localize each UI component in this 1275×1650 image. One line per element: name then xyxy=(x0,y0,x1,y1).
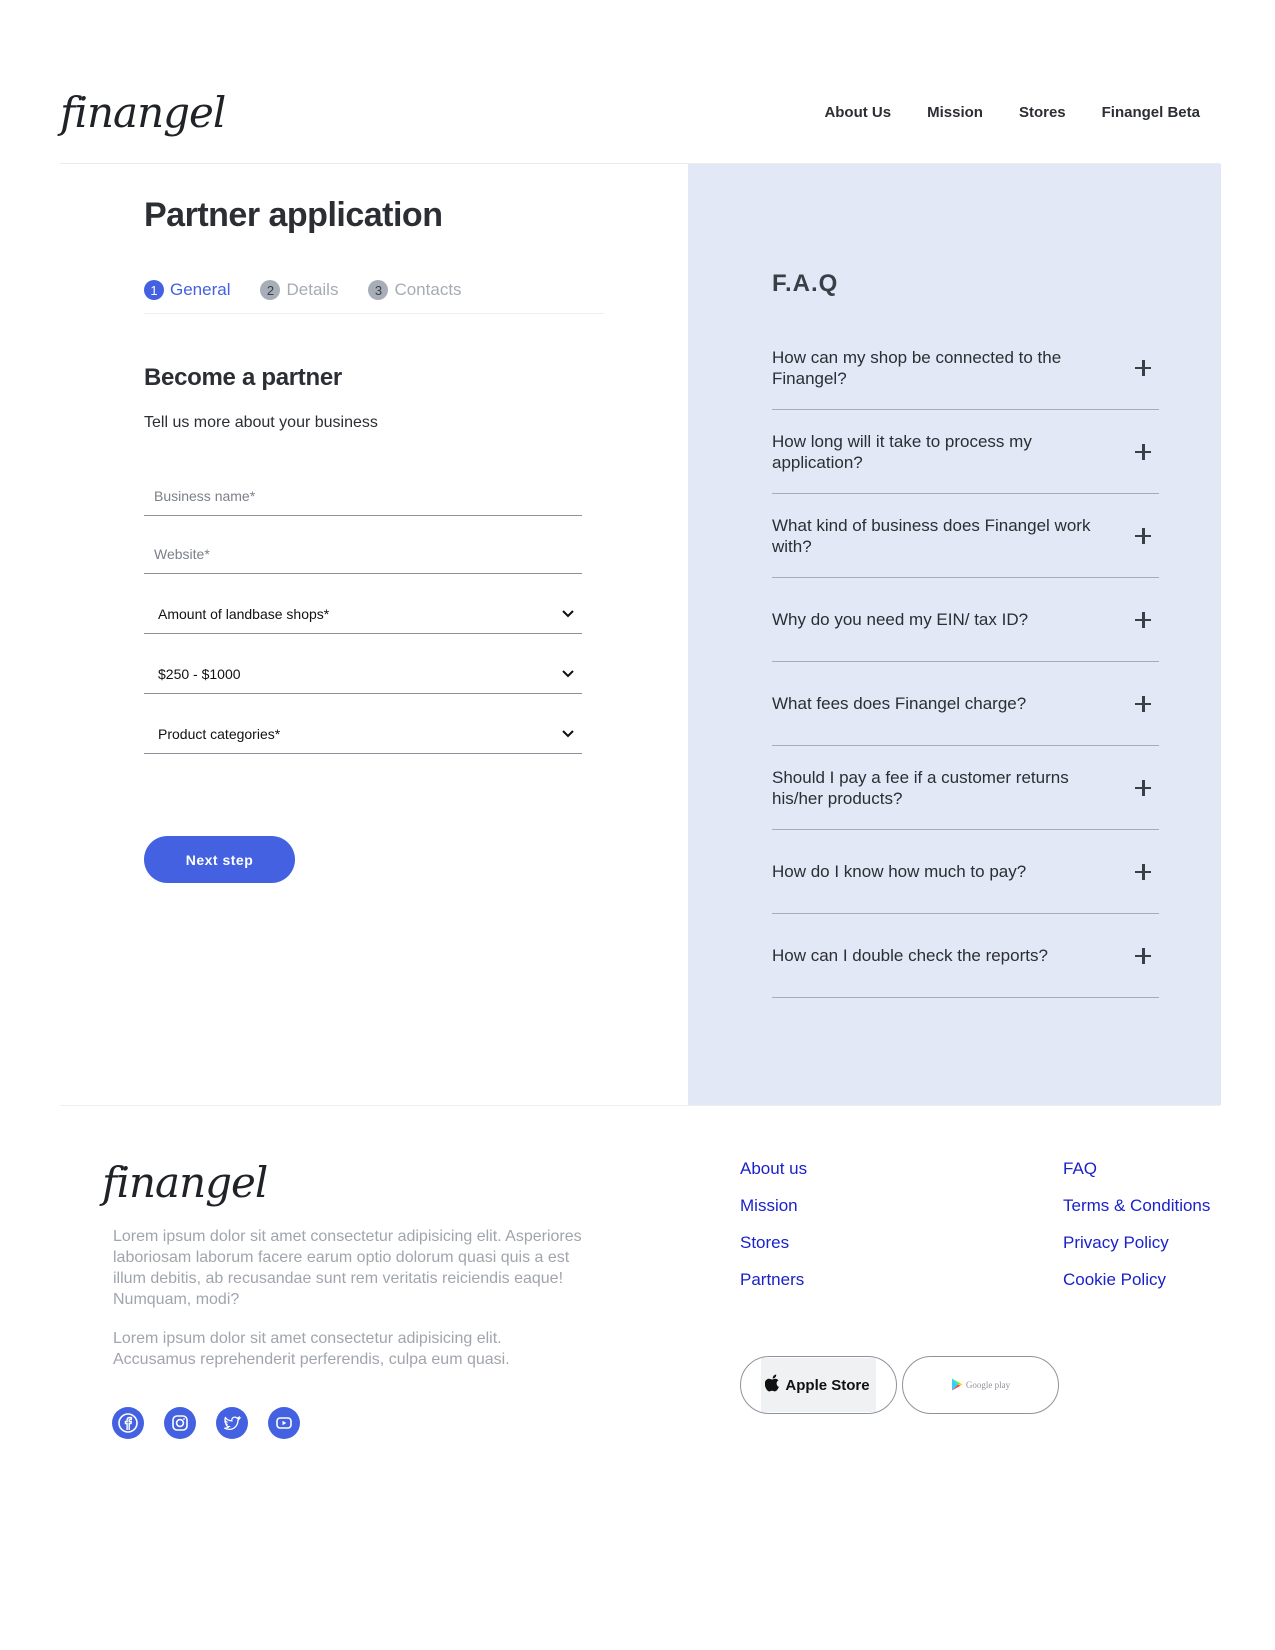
google-play-label: Google play xyxy=(965,1380,1011,1390)
instagram-icon[interactable] xyxy=(164,1407,196,1439)
apple-store-button[interactable]: Apple Store xyxy=(740,1356,897,1414)
footer-link-stores[interactable]: Stores xyxy=(740,1232,807,1253)
select-value: $250 - $1000 xyxy=(158,665,241,682)
step-number: 2 xyxy=(260,280,281,300)
select-value: Product categories* xyxy=(158,725,281,742)
faq-title: F.A.Q xyxy=(772,270,839,297)
chevron-down-icon xyxy=(562,608,574,620)
step-label: Details xyxy=(286,280,339,299)
section-title: Become a partner xyxy=(144,364,342,391)
footer-paragraph: Lorem ipsum dolor sit amet consectetur a… xyxy=(113,1330,510,1368)
faq-item[interactable]: How can my shop be connected to the Fina… xyxy=(772,326,1159,410)
step-tabs: 1 General 2 Details 3 Contacts xyxy=(144,278,604,314)
plus-icon[interactable] xyxy=(1133,610,1153,630)
faq-question: How can I double check the reports? xyxy=(772,946,1048,965)
main-nav: About Us Mission Stores Finangel Beta xyxy=(824,104,1200,121)
apple-icon xyxy=(765,1374,781,1396)
nav-mission[interactable]: Mission xyxy=(927,104,983,121)
faq-item[interactable]: How long will it take to process my appl… xyxy=(772,410,1159,494)
next-step-button[interactable]: Next step xyxy=(144,836,295,883)
faq-panel: F.A.Q How can my shop be connected to th… xyxy=(688,164,1221,1105)
faq-question: How can my shop be connected to the Fina… xyxy=(772,347,1062,388)
facebook-icon[interactable] xyxy=(112,1407,144,1439)
plus-icon[interactable] xyxy=(1133,862,1153,882)
plus-icon[interactable] xyxy=(1133,694,1153,714)
google-play-icon xyxy=(951,1378,963,1393)
nav-stores[interactable]: Stores xyxy=(1019,104,1066,121)
step-general[interactable]: 1 General xyxy=(144,278,230,302)
chevron-down-icon xyxy=(562,728,574,740)
faq-question: What fees does Finangel charge? xyxy=(772,694,1027,713)
site-header: finangel About Us Mission Stores Finange… xyxy=(60,78,1220,164)
footer-links-legal: FAQ Terms & Conditions Privacy Policy Co… xyxy=(1063,1158,1210,1290)
business-name-field xyxy=(144,476,582,516)
footer-link-privacy[interactable]: Privacy Policy xyxy=(1063,1232,1210,1253)
social-links xyxy=(112,1407,300,1439)
faq-item[interactable]: How do I know how much to pay? xyxy=(772,830,1159,914)
faq-list: How can my shop be connected to the Fina… xyxy=(772,326,1159,998)
faq-item[interactable]: How can I double check the reports? xyxy=(772,914,1159,998)
product-categories-select[interactable]: Product categories* xyxy=(144,714,582,754)
plus-icon[interactable] xyxy=(1133,526,1153,546)
website-input[interactable] xyxy=(144,534,582,573)
faq-question: Should I pay a fee if a customer returns… xyxy=(772,767,1069,808)
youtube-icon[interactable] xyxy=(268,1407,300,1439)
nav-finangel-beta[interactable]: Finangel Beta xyxy=(1102,104,1200,121)
page-title: Partner application xyxy=(144,196,443,234)
twitter-icon[interactable] xyxy=(216,1407,248,1439)
shops-amount-select[interactable]: Amount of landbase shops* xyxy=(144,594,582,634)
revenue-range-select[interactable]: $250 - $1000 xyxy=(144,654,582,694)
step-details[interactable]: 2 Details xyxy=(260,278,338,302)
footer-link-faq[interactable]: FAQ xyxy=(1063,1158,1210,1179)
footer-link-about-us[interactable]: About us xyxy=(740,1158,807,1179)
apple-store-label: Apple Store xyxy=(785,1376,870,1394)
plus-icon[interactable] xyxy=(1133,358,1153,378)
step-contacts[interactable]: 3 Contacts xyxy=(368,278,462,302)
footer-divider xyxy=(60,1105,1220,1106)
footer-link-terms[interactable]: Terms & Conditions xyxy=(1063,1195,1210,1216)
business-name-input[interactable] xyxy=(144,476,582,515)
website-field xyxy=(144,534,582,574)
google-play-button[interactable]: Google play xyxy=(902,1356,1059,1414)
footer-paragraph: Lorem ipsum dolor sit amet consectetur a… xyxy=(113,1228,582,1308)
select-value: Amount of landbase shops* xyxy=(158,605,330,622)
brand-logo[interactable]: finangel xyxy=(60,88,226,137)
step-number: 1 xyxy=(144,280,164,300)
step-number: 3 xyxy=(368,280,389,300)
footer-link-cookie[interactable]: Cookie Policy xyxy=(1063,1269,1210,1290)
faq-item[interactable]: Why do you need my EIN/ tax ID? xyxy=(772,578,1159,662)
nav-about-us[interactable]: About Us xyxy=(824,104,891,121)
faq-item[interactable]: What kind of business does Finangel work… xyxy=(772,494,1159,578)
section-subtitle: Tell us more about your business xyxy=(144,414,378,431)
step-label: Contacts xyxy=(394,280,462,299)
plus-icon[interactable] xyxy=(1133,946,1153,966)
apple-store-badge: Apple Store xyxy=(761,1358,876,1412)
google-play-badge: Google play xyxy=(951,1378,1010,1393)
footer-link-mission[interactable]: Mission xyxy=(740,1195,807,1216)
plus-icon[interactable] xyxy=(1133,778,1153,798)
faq-item[interactable]: What fees does Finangel charge? xyxy=(772,662,1159,746)
faq-question: Why do you need my EIN/ tax ID? xyxy=(772,610,1029,629)
plus-icon[interactable] xyxy=(1133,442,1153,462)
faq-item[interactable]: Should I pay a fee if a customer returns… xyxy=(772,746,1159,830)
chevron-down-icon xyxy=(562,668,574,680)
faq-question: What kind of business does Finangel work… xyxy=(772,515,1091,556)
footer-links-main: About us Mission Stores Partners xyxy=(740,1158,807,1290)
faq-question: How long will it take to process my appl… xyxy=(772,431,1032,472)
footer-link-partners[interactable]: Partners xyxy=(740,1269,807,1290)
step-label: General xyxy=(170,280,231,299)
faq-question: How do I know how much to pay? xyxy=(772,862,1027,881)
footer-logo[interactable]: finangel xyxy=(102,1158,268,1207)
